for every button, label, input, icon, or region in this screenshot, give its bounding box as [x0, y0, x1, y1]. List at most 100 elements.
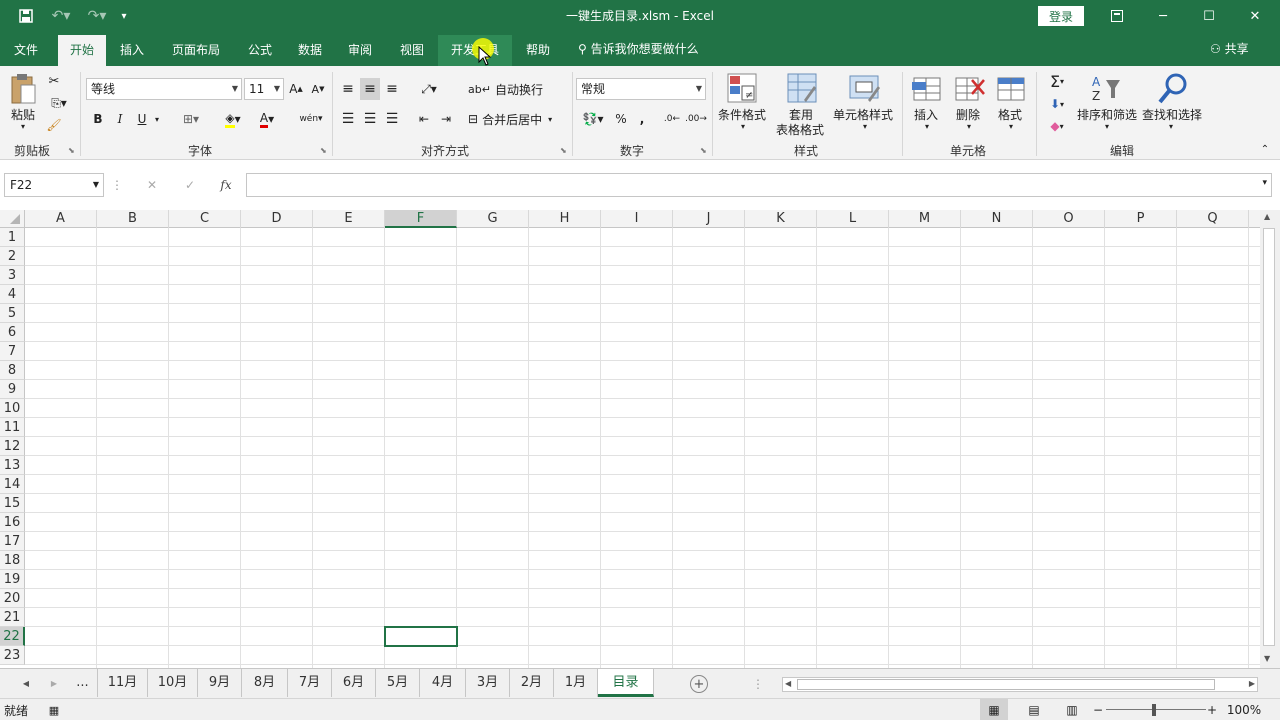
horizontal-scroll-thumb[interactable]	[797, 679, 1215, 690]
tab-file[interactable]: 文件	[4, 35, 48, 66]
sheet-tab[interactable]: 5月	[376, 669, 420, 697]
row-header[interactable]: 18	[0, 551, 25, 570]
column-header[interactable]: E	[313, 210, 385, 228]
decrease-decimal-icon[interactable]: .00→	[685, 108, 707, 130]
chevron-down-icon[interactable]: ▾	[1164, 122, 1178, 131]
column-header[interactable]: K	[745, 210, 817, 228]
column-header[interactable]: P	[1105, 210, 1177, 228]
row-header[interactable]: 3	[0, 266, 25, 285]
align-center-icon[interactable]: ☰	[360, 108, 380, 130]
row-header[interactable]: 2	[0, 247, 25, 266]
tab-review[interactable]: 审阅	[338, 35, 382, 66]
sheet-tab[interactable]: 9月	[198, 669, 242, 697]
underline-button[interactable]: U	[134, 110, 150, 128]
number-format-select[interactable]: 常规 ▼	[576, 78, 706, 100]
cancel-icon[interactable]: ✕	[140, 173, 164, 197]
scroll-down-icon[interactable]: ▼	[1264, 654, 1270, 663]
new-sheet-icon[interactable]: +	[690, 675, 708, 693]
enter-icon[interactable]: ✓	[178, 173, 202, 197]
share-button[interactable]: ⚇ 共享	[1210, 32, 1249, 66]
minimize-icon[interactable]: ─	[1140, 0, 1186, 32]
fill-color-icon[interactable]: ◈ ▾	[218, 110, 248, 128]
row-header[interactable]: 22	[0, 627, 25, 646]
column-header[interactable]: C	[169, 210, 241, 228]
comma-button[interactable]: ,	[634, 108, 650, 130]
row-header[interactable]: 20	[0, 589, 25, 608]
row-header[interactable]: 11	[0, 418, 25, 437]
tab-data[interactable]: 数据	[288, 35, 332, 66]
font-launcher-icon[interactable]: ⬊	[320, 146, 327, 155]
column-header[interactable]: F	[385, 210, 457, 228]
number-launcher-icon[interactable]: ⬊	[700, 146, 707, 155]
tab-home[interactable]: 开始	[58, 35, 106, 66]
scroll-up-icon[interactable]: ▲	[1264, 212, 1270, 221]
column-header[interactable]: B	[97, 210, 169, 228]
tab-formulas[interactable]: 公式	[238, 35, 282, 66]
scroll-left-icon[interactable]: ◀	[785, 679, 791, 688]
worksheet-grid[interactable]: ABCDEFGHIJKLMNOPQ 1 2 3 4 5 6 7 8 9 10 11 12 13 14 15 1…	[0, 210, 1280, 668]
zoom-slider[interactable]	[1106, 709, 1206, 710]
row-header[interactable]: 23	[0, 646, 25, 665]
zoom-out-button[interactable]: −	[1092, 701, 1104, 719]
normal-view-icon[interactable]: ▦	[980, 699, 1008, 720]
chevron-down-icon[interactable]: ▾	[920, 122, 934, 131]
collapse-ribbon-icon[interactable]: ⌃	[1258, 144, 1272, 155]
row-header[interactable]: 6	[0, 323, 25, 342]
row-header[interactable]: 8	[0, 361, 25, 380]
horizontal-scrollbar[interactable]: ◀ ▶	[782, 677, 1258, 692]
font-color-icon[interactable]: A ▾	[252, 110, 282, 128]
formula-input[interactable]: ▾	[246, 173, 1272, 197]
increase-indent-icon[interactable]: ⇥	[436, 108, 456, 130]
row-header[interactable]: 9	[0, 380, 25, 399]
sheet-tab[interactable]: 7月	[288, 669, 332, 697]
column-header[interactable]: Q	[1177, 210, 1249, 228]
sheet-tab[interactable]: 6月	[332, 669, 376, 697]
page-break-view-icon[interactable]: ▥	[1060, 699, 1084, 720]
row-header[interactable]: 21	[0, 608, 25, 627]
increase-decimal-icon[interactable]: .0←	[662, 108, 682, 130]
format-as-table-icon[interactable]	[786, 72, 820, 106]
close-icon[interactable]: ✕	[1232, 0, 1278, 32]
row-header[interactable]: 10	[0, 399, 25, 418]
tab-insert[interactable]: 插入	[110, 35, 154, 66]
active-cell[interactable]	[384, 626, 458, 647]
conditional-format-icon[interactable]: ≠	[726, 72, 760, 106]
page-layout-view-icon[interactable]: ▤	[1022, 699, 1046, 720]
sheet-tab[interactable]: ...	[68, 669, 98, 697]
clipboard-launcher-icon[interactable]: ⬊	[68, 146, 75, 155]
column-header[interactable]: A	[25, 210, 97, 228]
paste-dropdown-icon[interactable]: ▾	[10, 122, 36, 131]
fill-icon[interactable]: ⬇ ▾	[1042, 94, 1072, 114]
merge-center-button[interactable]: ⊟ 合并后居中 ▾	[468, 108, 568, 130]
sheet-tab[interactable]: 10月	[148, 669, 198, 697]
column-header[interactable]: G	[457, 210, 529, 228]
borders-icon[interactable]: ⊞▾	[176, 110, 206, 128]
copy-icon[interactable]: ⎘▾	[44, 94, 74, 112]
row-header[interactable]: 13	[0, 456, 25, 475]
chevron-down-icon[interactable]: ▾	[736, 122, 750, 131]
find-select-icon[interactable]	[1156, 72, 1190, 106]
column-header[interactable]: H	[529, 210, 601, 228]
column-header[interactable]: D	[241, 210, 313, 228]
sheet-tab[interactable]: 1月	[554, 669, 598, 697]
login-button[interactable]: 登录	[1038, 6, 1084, 26]
insert-function-icon[interactable]: fx	[214, 173, 238, 197]
percent-button[interactable]: %	[612, 108, 630, 130]
alignment-launcher-icon[interactable]: ⬊	[560, 146, 567, 155]
name-box[interactable]: F22 ▼	[4, 173, 104, 197]
row-header[interactable]: 5	[0, 304, 25, 323]
font-size-select[interactable]: 11 ▼	[244, 78, 284, 100]
cut-icon[interactable]: ✂	[44, 72, 64, 90]
tab-page-layout[interactable]: 页面布局	[162, 35, 230, 66]
insert-cells-icon[interactable]	[910, 72, 944, 106]
row-header[interactable]: 17	[0, 532, 25, 551]
align-right-icon[interactable]: ☰	[382, 108, 402, 130]
clear-icon[interactable]: ◆ ▾	[1042, 116, 1072, 136]
zoom-level[interactable]: 100%	[1224, 701, 1264, 719]
align-bottom-icon[interactable]: ≡	[382, 78, 402, 100]
sheet-tab[interactable]: 8月	[242, 669, 288, 697]
column-header[interactable]: N	[961, 210, 1033, 228]
select-all-corner[interactable]	[0, 210, 25, 228]
cell-styles-icon[interactable]	[848, 72, 882, 106]
sheet-tab[interactable]: 目录	[598, 669, 654, 697]
